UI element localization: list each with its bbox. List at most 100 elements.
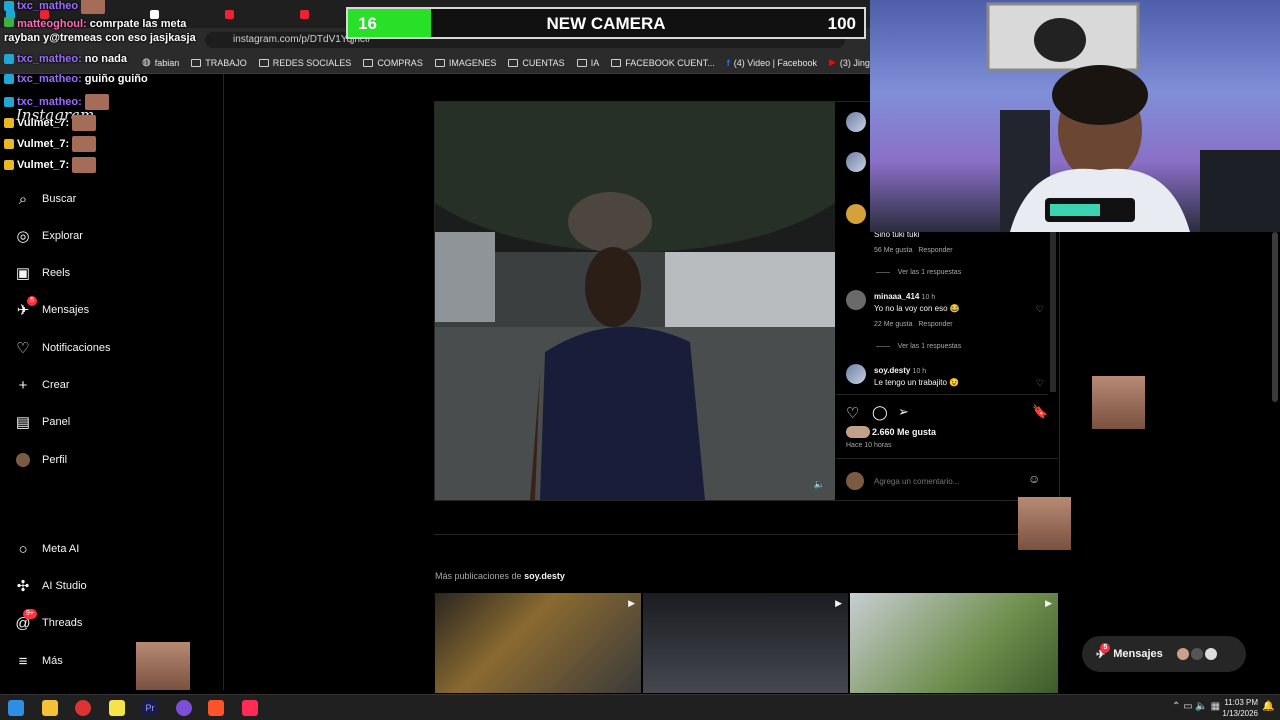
commenter-avatar[interactable] bbox=[846, 364, 866, 384]
messages-badge: 5 bbox=[27, 296, 37, 306]
system-tray-icons[interactable]: ⌃ ▭ 🔈 ▦ bbox=[1172, 701, 1220, 712]
sidebar-item-crear[interactable]: + Crear bbox=[14, 376, 70, 394]
bookmark-facebook-video[interactable]: f (4) Video | Facebook bbox=[727, 58, 817, 68]
subscriber-badge-icon bbox=[4, 1, 14, 11]
more-posts-user[interactable]: soy.desty bbox=[524, 571, 565, 581]
sidebar-item-mas[interactable]: ≡ Más bbox=[14, 652, 63, 670]
subscriber-badge-icon bbox=[4, 54, 14, 64]
sidebar-item-panel[interactable]: ▤ Panel bbox=[14, 413, 70, 431]
page-scrollbar[interactable] bbox=[1272, 232, 1278, 402]
sidebar-item-perfil[interactable]: Perfil bbox=[14, 451, 67, 469]
goal-target: 100 bbox=[827, 14, 856, 33]
app-icon[interactable] bbox=[176, 700, 192, 716]
sidebar-item-reels[interactable]: ▣ Reels bbox=[14, 264, 70, 282]
crown-badge-icon bbox=[4, 118, 14, 128]
volume-icon[interactable]: 🔈 bbox=[814, 479, 825, 490]
bookmark-redes-sociales[interactable]: REDES SOCIALES bbox=[258, 58, 351, 68]
emote-icon bbox=[72, 136, 97, 152]
sidebar-item-mensajes[interactable]: ✈ 5 Mensajes bbox=[14, 296, 89, 319]
more-post-thumbnail[interactable]: ▶ bbox=[435, 593, 641, 693]
sidebar-item-explorar[interactable]: ◎ Explorar bbox=[14, 227, 83, 245]
folder-icon bbox=[434, 58, 445, 67]
view-replies[interactable]: —— Ver las 1 respuestas bbox=[876, 343, 961, 350]
comment-username[interactable]: minaaa_414 bbox=[874, 292, 919, 301]
crown-badge-icon bbox=[4, 160, 14, 170]
commenter-avatar[interactable] bbox=[846, 152, 866, 172]
sidebar-item-notificaciones[interactable]: ♡ Notificaciones bbox=[14, 339, 110, 357]
premiere-icon[interactable]: Pr bbox=[142, 700, 158, 716]
more-post-thumbnail[interactable]: ▶ bbox=[850, 593, 1058, 693]
taskbar: Pr ⌃ ▭ 🔈 ▦ 11:03 PM 1/13/2026 🔔 bbox=[0, 694, 1280, 720]
commenter-avatar[interactable] bbox=[846, 290, 866, 310]
comment-input[interactable] bbox=[874, 474, 1024, 488]
likers-avatars bbox=[846, 426, 870, 438]
sidebar-item-meta-ai[interactable]: ○ Meta AI bbox=[14, 540, 79, 558]
more-post-thumbnail[interactable]: ▶ bbox=[643, 593, 848, 693]
threads-badge: 9+ bbox=[23, 609, 37, 619]
like-comment-icon[interactable]: ♡ bbox=[1036, 378, 1044, 389]
commenter-avatar[interactable] bbox=[846, 204, 866, 224]
bookmark-trabajo[interactable]: TRABAJO bbox=[191, 58, 247, 68]
video-frame-image bbox=[435, 102, 835, 500]
reaction-sticker bbox=[1018, 497, 1071, 550]
reels-icon: ▣ bbox=[15, 265, 31, 282]
reply-link[interactable]: Responder bbox=[918, 247, 952, 254]
chat-message: txc_matheo: no nada bbox=[4, 53, 127, 65]
emote-icon bbox=[84, 94, 109, 110]
sidebar-item-buscar[interactable]: ⌕ Buscar bbox=[14, 190, 76, 208]
search-icon: ⌕ bbox=[18, 190, 28, 208]
browser-tab[interactable] bbox=[300, 6, 336, 22]
view-replies[interactable]: —— Ver las 1 respuestas bbox=[876, 269, 961, 276]
bookmark-icon[interactable]: 🔖 bbox=[1032, 404, 1048, 420]
comment-username[interactable]: soy.desty bbox=[874, 366, 910, 375]
meta-ai-icon: ○ bbox=[18, 540, 28, 558]
brave-browser-icon[interactable] bbox=[208, 700, 224, 716]
tiktok-icon[interactable] bbox=[242, 700, 258, 716]
comment-text: Yo no la voy con eso 😂 bbox=[874, 304, 960, 313]
file-explorer-icon[interactable] bbox=[42, 700, 58, 716]
app-icon[interactable] bbox=[75, 700, 91, 716]
like-comment-icon[interactable]: ♡ bbox=[1036, 304, 1044, 315]
emoji-icon[interactable]: ☺ bbox=[1028, 472, 1040, 486]
clock[interactable]: 11:03 PM 1/13/2026 bbox=[1218, 697, 1258, 719]
like-icon[interactable]: ♡ bbox=[846, 404, 859, 422]
emote-icon bbox=[72, 115, 97, 131]
youtube-icon: ▶ bbox=[828, 57, 836, 67]
notification-bell-icon[interactable]: 🔔 bbox=[1262, 701, 1274, 712]
commenter-avatar[interactable] bbox=[846, 112, 866, 132]
webcam-image bbox=[986, 2, 1280, 232]
emote-icon bbox=[72, 157, 97, 173]
folder-icon bbox=[576, 58, 587, 67]
bookmark-jingle[interactable]: ▶(3) Jingle Pur bbox=[829, 57, 870, 68]
post-video[interactable]: 🔈 bbox=[435, 102, 835, 500]
comment-icon[interactable]: ◯ bbox=[872, 404, 888, 421]
windows-start-icon[interactable] bbox=[8, 700, 24, 716]
globe-icon: ◍ bbox=[142, 57, 151, 68]
likes-count[interactable]: 2.660 Me gusta bbox=[872, 427, 936, 437]
post-time: Hace 10 horas bbox=[846, 442, 892, 449]
comments-scrollbar[interactable] bbox=[1050, 232, 1056, 392]
folder-icon bbox=[508, 58, 519, 67]
folder-icon bbox=[258, 58, 269, 67]
browser-tab[interactable] bbox=[225, 6, 261, 22]
share-icon[interactable]: ➢ bbox=[898, 404, 909, 420]
bookmark-ia[interactable]: IA bbox=[576, 58, 599, 68]
profile-avatar-icon bbox=[14, 451, 32, 469]
bookmark-fabian[interactable]: ◍ fabian bbox=[142, 57, 179, 68]
bookmark-cuentas[interactable]: CUENTAS bbox=[508, 58, 565, 68]
threads-icon: @9+ bbox=[14, 609, 37, 632]
crown-badge-icon bbox=[4, 139, 14, 149]
streamer-webcam bbox=[870, 0, 1280, 232]
bookmark-facebook-cuentas[interactable]: FACEBOOK CUENT... bbox=[611, 58, 715, 68]
sidebar-item-ai-studio[interactable]: ✣ AI Studio bbox=[14, 577, 87, 595]
app-icon[interactable] bbox=[109, 700, 125, 716]
dashboard-icon: ▤ bbox=[15, 414, 31, 431]
messages-floating-button[interactable]: ✈ 5 Mensajes bbox=[1082, 636, 1246, 672]
reply-link[interactable]: Responder bbox=[918, 321, 952, 328]
sidebar-item-threads[interactable]: @9+ Threads bbox=[14, 609, 82, 632]
reel-icon: ▶ bbox=[1045, 598, 1052, 608]
bookmark-compras[interactable]: COMPRAS bbox=[363, 58, 423, 68]
reel-icon: ▶ bbox=[628, 598, 635, 608]
reaction-sticker bbox=[136, 642, 190, 690]
bookmark-imagenes[interactable]: IMAGENES bbox=[434, 58, 496, 68]
